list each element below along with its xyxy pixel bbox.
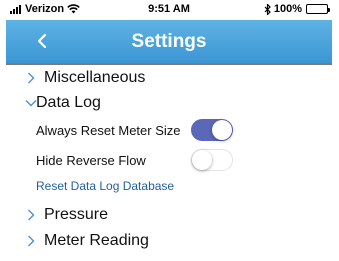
setting-hide-reverse-flow: Hide Reverse Flow (6, 148, 332, 172)
setting-always-reset-meter-size: Always Reset Meter Size (6, 118, 332, 142)
section-miscellaneous[interactable]: Miscellaneous (6, 66, 332, 90)
setting-label: Hide Reverse Flow (36, 152, 146, 168)
section-data-log[interactable]: Data Log (6, 91, 332, 115)
app-screen: Verizon 9:51 AM 100% Settings Miscellane… (6, 0, 332, 261)
status-right-group: 100% (264, 3, 330, 15)
battery-icon (306, 4, 330, 14)
reset-data-log-link[interactable]: Reset Data Log Database (6, 174, 332, 198)
setting-label: Always Reset Meter Size (36, 122, 181, 138)
section-meter-reading[interactable]: Meter Reading (6, 229, 332, 253)
section-pressure[interactable]: Pressure (6, 203, 332, 227)
chevron-right-icon (28, 235, 35, 247)
section-label: Meter Reading (44, 232, 149, 249)
section-label: Pressure (44, 206, 109, 223)
chevron-right-icon (28, 72, 35, 84)
always-reset-meter-size-toggle[interactable] (191, 119, 233, 141)
bluetooth-icon (264, 3, 271, 15)
link-label: Reset Data Log Database (36, 179, 175, 193)
navigation-bar: Settings (6, 20, 332, 65)
page-title: Settings (131, 31, 207, 52)
hide-reverse-flow-toggle[interactable] (191, 149, 233, 171)
section-label: Data Log (36, 94, 101, 111)
chevron-right-icon (28, 209, 35, 221)
toggle-knob (192, 150, 212, 170)
status-bar: Verizon 9:51 AM 100% (6, 0, 332, 20)
section-label: Miscellaneous (44, 69, 146, 86)
toggle-knob (212, 120, 232, 140)
battery-percent: 100% (273, 3, 302, 15)
